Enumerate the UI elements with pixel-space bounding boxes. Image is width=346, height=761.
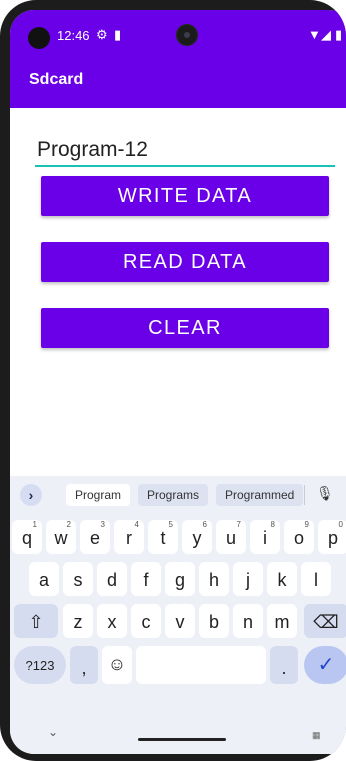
- key-r[interactable]: 4r: [114, 520, 144, 554]
- checkmark-icon: ✓: [317, 654, 335, 676]
- key-x[interactable]: x: [97, 604, 127, 638]
- key-j[interactable]: j: [233, 562, 263, 596]
- input-underline: [35, 165, 335, 167]
- write-data-button[interactable]: WRITE DATA: [41, 176, 329, 216]
- screen: 12:46 ⚙ ▮ ▼ ◢ ▮ Sdcard Program-12 WRITE …: [10, 10, 346, 754]
- microphone-icon[interactable]: 🎙: [316, 485, 334, 502]
- suggestion-chip[interactable]: Programs: [138, 484, 209, 506]
- signal-icon: ◢: [321, 27, 331, 42]
- app-title: Sdcard: [29, 71, 84, 88]
- key-d[interactable]: d: [97, 562, 127, 596]
- text-input-value: Program-12: [37, 138, 148, 161]
- comma-key[interactable]: ,: [70, 646, 98, 684]
- key-t[interactable]: 5t: [148, 520, 178, 554]
- read-data-button[interactable]: READ DATA: [41, 242, 329, 282]
- key-z[interactable]: z: [63, 604, 93, 638]
- key-c[interactable]: c: [131, 604, 161, 638]
- gesture-bar[interactable]: [138, 738, 226, 741]
- shift-icon: ⇧: [28, 612, 44, 632]
- period-key[interactable]: .: [270, 646, 298, 684]
- key-s[interactable]: s: [63, 562, 93, 596]
- key-u[interactable]: 7u: [216, 520, 246, 554]
- backspace-key[interactable]: ⌫: [304, 604, 346, 638]
- key-n[interactable]: n: [233, 604, 263, 638]
- key-i[interactable]: 8i: [250, 520, 280, 554]
- camera-cutout: [28, 27, 50, 49]
- shift-key[interactable]: ⇧: [14, 604, 58, 638]
- text-input[interactable]: Program-12: [35, 128, 335, 170]
- key-w[interactable]: 2w: [46, 520, 76, 554]
- wifi-icon: ▼: [308, 27, 321, 42]
- emoji-icon: ☺: [107, 654, 127, 674]
- battery-icon: ▮: [335, 27, 343, 42]
- app-bar: Sdcard: [10, 54, 346, 108]
- key-b[interactable]: b: [199, 604, 229, 638]
- key-l[interactable]: l: [301, 562, 331, 596]
- gear-icon: ⚙: [96, 27, 108, 42]
- key-o[interactable]: 9o: [284, 520, 314, 554]
- key-g[interactable]: g: [165, 562, 195, 596]
- backspace-icon: ⌫: [313, 612, 339, 632]
- device-frame: 12:46 ⚙ ▮ ▼ ◢ ▮ Sdcard Program-12 WRITE …: [0, 0, 346, 761]
- hide-keyboard-icon[interactable]: ⌄: [48, 725, 58, 739]
- keyboard-switch-icon[interactable]: ▦: [312, 730, 320, 741]
- suggestion-chip[interactable]: Programmed: [216, 484, 304, 506]
- front-camera: [176, 24, 198, 46]
- key-h[interactable]: h: [199, 562, 229, 596]
- emoji-key[interactable]: ☺: [102, 646, 132, 684]
- status-time: 12:46: [57, 28, 90, 43]
- key-f[interactable]: f: [131, 562, 161, 596]
- key-p[interactable]: 0p: [318, 520, 346, 554]
- space-key[interactable]: [136, 646, 266, 684]
- key-k[interactable]: k: [267, 562, 297, 596]
- key-e[interactable]: 3e: [80, 520, 110, 554]
- enter-key[interactable]: ✓: [304, 646, 346, 684]
- status-bar: 12:46 ⚙ ▮ ▼ ◢ ▮: [10, 10, 346, 54]
- symbols-key[interactable]: ?123: [14, 646, 66, 684]
- sim-icon: ▮: [114, 27, 122, 42]
- divider: [304, 485, 305, 505]
- key-m[interactable]: m: [267, 604, 297, 638]
- suggestion-bar: › Program Programs Programmed 🎙: [10, 476, 346, 512]
- expand-toolbar-icon[interactable]: ›: [20, 484, 42, 506]
- key-q[interactable]: 1q: [12, 520, 42, 554]
- suggestion-chip[interactable]: Program: [66, 484, 131, 506]
- key-v[interactable]: v: [165, 604, 195, 638]
- clear-button[interactable]: CLEAR: [41, 308, 329, 348]
- soft-keyboard: › Program Programs Programmed 🎙 1q 2w 3e…: [10, 476, 346, 754]
- key-a[interactable]: a: [29, 562, 59, 596]
- key-y[interactable]: 6y: [182, 520, 212, 554]
